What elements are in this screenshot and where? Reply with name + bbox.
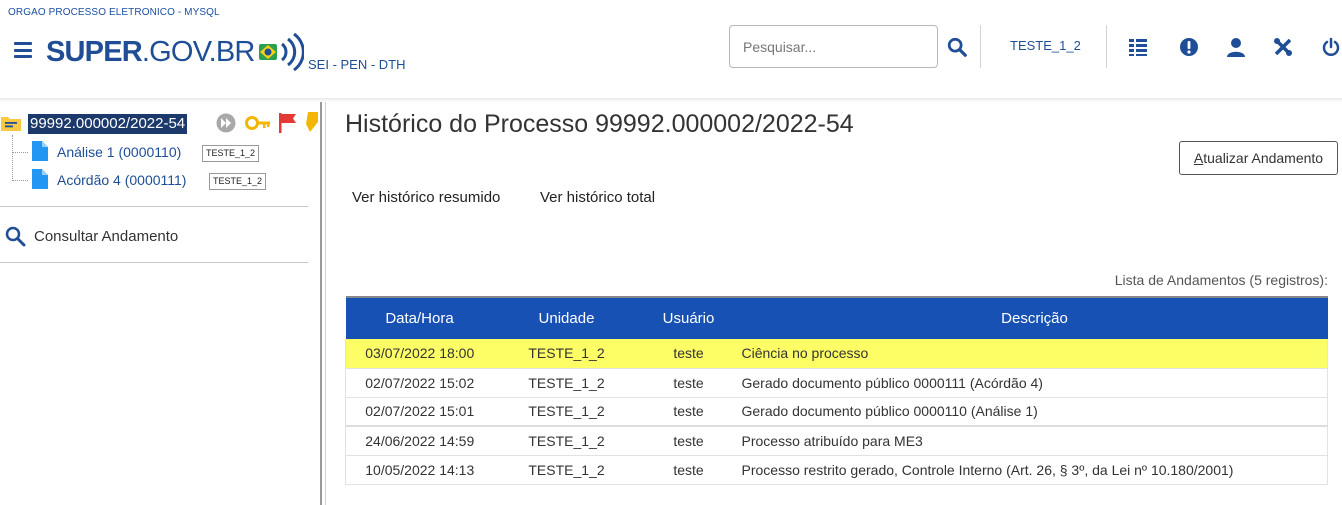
header-divider — [1106, 25, 1107, 68]
table-header-row: Data/Hora Unidade Usuário Descrição — [345, 296, 1328, 339]
menu-icon[interactable] — [14, 42, 32, 58]
cell-description: Ciência no processo — [737, 339, 1328, 369]
tree-document-link[interactable]: Análise 1 (0000110) — [57, 144, 181, 160]
andamentos-table: Data/Hora Unidade Usuário Descrição 03/0… — [345, 296, 1328, 485]
cell-description: Gerado documento público 0000110 (Anális… — [737, 397, 1328, 427]
table-row: 02/07/2022 15:02 TESTE_1_2 teste Gerado … — [345, 368, 1328, 398]
unit-badge: TESTE_1_2 — [202, 145, 260, 162]
cell-user: teste — [639, 368, 738, 398]
tag-icon[interactable] — [306, 110, 320, 134]
tree-connector — [12, 152, 28, 153]
cell-date: 03/07/2022 18:00 — [345, 339, 494, 369]
cell-unit: TESTE_1_2 — [493, 339, 640, 369]
table-row: 03/07/2022 18:00 TESTE_1_2 teste Ciência… — [345, 339, 1328, 369]
cell-user: teste — [639, 425, 738, 456]
header-divider — [980, 25, 981, 68]
tree-connector — [12, 135, 13, 181]
cell-user: teste — [639, 397, 738, 427]
table-caption: Lista de Andamentos (5 registros): — [1114, 272, 1328, 288]
env-label: SEI - PEN - DTH — [308, 57, 406, 72]
logo[interactable]: SUPER.GOV.BR — [46, 32, 304, 72]
column-header-unit: Unidade — [493, 296, 640, 339]
forward-icon[interactable] — [215, 113, 237, 133]
process-number[interactable]: 99992.000002/2022-54 — [28, 114, 188, 134]
search-icon — [5, 226, 26, 247]
cell-description: Processo atribuído para ME3 — [737, 425, 1328, 456]
folder-icon[interactable] — [0, 114, 22, 132]
consult-andamento-link[interactable]: Consultar Andamento — [4, 225, 178, 247]
key-icon[interactable] — [245, 114, 271, 132]
panel-splitter[interactable] — [320, 102, 326, 505]
column-header-user: Usuário — [639, 296, 738, 339]
logo-mark-icon — [258, 32, 304, 72]
control-panel-icon[interactable] — [1128, 37, 1148, 57]
cell-date: 24/06/2022 14:59 — [345, 425, 494, 456]
table-row: 02/07/2022 15:01 TESTE_1_2 teste Gerado … — [345, 397, 1328, 427]
view-summary-link[interactable]: Ver histórico resumido — [352, 189, 500, 206]
org-name: ORGAO PROCESSO ELETRONICO - MYSQL — [8, 7, 220, 18]
tools-icon[interactable] — [1273, 37, 1293, 57]
alert-icon[interactable] — [1179, 37, 1199, 57]
cell-date: 02/07/2022 15:01 — [345, 397, 494, 427]
page-title: Histórico do Processo 99992.000002/2022-… — [345, 110, 854, 138]
consult-label: Consultar Andamento — [34, 227, 179, 245]
divider — [0, 206, 308, 207]
cell-unit: TESTE_1_2 — [493, 397, 640, 427]
table-row: 24/06/2022 14:59 TESTE_1_2 teste Process… — [345, 425, 1328, 456]
cell-date: 10/05/2022 14:13 — [345, 455, 494, 485]
column-header-description: Descrição — [737, 296, 1328, 339]
document-icon[interactable] — [31, 168, 49, 190]
power-icon[interactable] — [1321, 37, 1341, 57]
divider — [0, 262, 308, 263]
cell-user: teste — [639, 339, 738, 369]
cell-description: Processo restrito gerado, Controle Inter… — [737, 455, 1328, 485]
search-input[interactable] — [729, 25, 938, 68]
process-tree-panel: 99992.000002/2022-54 Análise 1 (0000110)… — [0, 102, 320, 505]
column-header-date: Data/Hora — [345, 296, 494, 339]
logo-text: SUPER.GOV.BR — [46, 35, 255, 68]
cell-date: 02/07/2022 15:02 — [345, 368, 494, 398]
cell-description: Gerado documento público 0000111 (Acórdã… — [737, 368, 1328, 398]
flag-icon[interactable] — [278, 112, 298, 134]
table-row: 10/05/2022 14:13 TESTE_1_2 teste Process… — [345, 455, 1328, 485]
update-andamento-button[interactable]: Atualizar Andamento — [1179, 141, 1338, 175]
unit-badge: TESTE_1_2 — [209, 173, 267, 190]
tree-connector — [12, 180, 28, 181]
document-icon[interactable] — [31, 140, 49, 162]
cell-unit: TESTE_1_2 — [493, 455, 640, 485]
cell-unit: TESTE_1_2 — [493, 425, 640, 456]
user-icon[interactable] — [1226, 37, 1246, 57]
cell-unit: TESTE_1_2 — [493, 368, 640, 398]
view-total-link[interactable]: Ver histórico total — [540, 189, 655, 206]
search-icon[interactable] — [946, 36, 968, 58]
tree-document-link[interactable]: Acórdão 4 (0000111) — [57, 172, 186, 188]
cell-user: teste — [639, 455, 738, 485]
unit-selector[interactable]: TESTE_1_2 — [1010, 38, 1081, 53]
